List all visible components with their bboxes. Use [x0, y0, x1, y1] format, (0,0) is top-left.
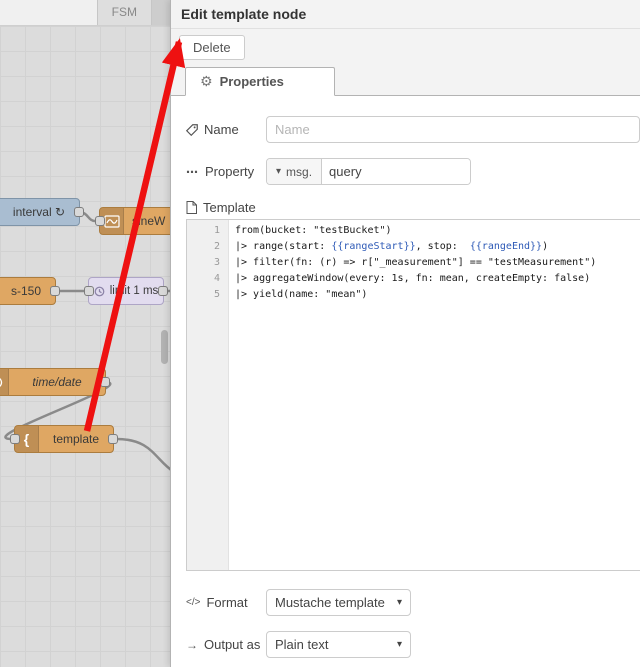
gear-icon: ⚙ — [200, 73, 213, 89]
node-s150[interactable]: s-150 — [0, 277, 60, 305]
tag-icon — [186, 123, 198, 136]
dialog-title: Edit template node — [171, 0, 640, 29]
property-typed-input: ▾ msg. — [266, 158, 471, 185]
code-line: 2 |> range(start: {{rangeStart}}, stop: {… — [213, 241, 549, 252]
chevron-down-icon: ▾ — [396, 597, 402, 608]
format-row: </> Format Mustache template ▾ — [186, 589, 640, 616]
property-label: ⋯ Property — [186, 164, 255, 179]
timer-icon — [94, 286, 105, 297]
input-port[interactable] — [84, 286, 94, 296]
ellipsis-icon: ⋯ — [186, 164, 199, 179]
tab-properties-label: Properties — [219, 74, 284, 89]
dialog-tabbar: ⚙ Properties — [171, 62, 640, 96]
chevron-down-icon: ▾ — [396, 639, 402, 650]
node-label: limit 1 ms — [109, 285, 159, 297]
node-timedate[interactable]: time/date — [0, 368, 110, 396]
template-editor-lines: 1 from(bucket: "testBucket") 2 |> range(sta… — [187, 220, 640, 303]
output-port[interactable] — [74, 207, 84, 217]
property-type-prefix: msg. — [286, 164, 313, 179]
output-port[interactable] — [100, 377, 110, 387]
code-line: 5 |> yield(name: "mean") — [213, 289, 368, 300]
node-label: s-150 — [10, 284, 41, 298]
input-port[interactable] — [10, 434, 20, 444]
canvas-vertical-scrollbar[interactable] — [161, 330, 168, 364]
edit-dialog: Edit template node Delete ⚙ Properties N… — [170, 0, 640, 667]
dialog-toolbar: Delete — [171, 29, 640, 62]
code-format-icon: </> — [186, 597, 201, 608]
template-label: Template — [186, 200, 256, 215]
property-input[interactable] — [322, 159, 470, 184]
output-port[interactable] — [158, 286, 168, 296]
output-port[interactable] — [50, 286, 60, 296]
node-template[interactable]: { template — [10, 425, 118, 453]
output-select-value: Plain text — [275, 637, 329, 652]
code-line: 1 from(bucket: "testBucket") — [213, 225, 392, 236]
property-row: ⋯ Property ▾ msg. — [186, 158, 640, 185]
clock-icon — [0, 369, 9, 395]
format-select[interactable]: Mustache template ▾ — [266, 589, 411, 616]
node-label: sineW — [132, 214, 166, 228]
format-label: </> Format — [186, 595, 248, 610]
screen: FSM interval ↻ sineW s-150 limit 1 ms ti… — [0, 0, 640, 667]
output-label: → Output as — [186, 637, 261, 652]
output-select[interactable]: Plain text ▾ — [266, 631, 411, 658]
output-row: → Output as Plain text ▾ — [186, 631, 640, 658]
format-select-value: Mustache template — [275, 595, 385, 610]
file-icon — [186, 201, 197, 214]
wire[interactable] — [116, 437, 175, 474]
caret-down-icon: ▾ — [276, 166, 282, 177]
node-interval[interactable]: interval ↻ — [0, 198, 84, 226]
template-code-editor[interactable]: 1 from(bucket: "testBucket") 2 |> range(sta… — [186, 219, 640, 571]
delete-button[interactable]: Delete — [179, 35, 245, 60]
tab-properties[interactable]: ⚙ Properties — [185, 67, 335, 96]
name-input[interactable] — [266, 116, 640, 143]
wires-layer — [4, 210, 175, 474]
code-line: 3 |> filter(fn: (r) => r["_measurement"] … — [213, 257, 597, 268]
flow-canvas[interactable]: FSM interval ↻ sineW s-150 limit 1 ms ti… — [0, 0, 175, 667]
arrow-right-icon: → — [186, 637, 198, 652]
name-row: Name — [186, 116, 640, 143]
code-line: 4 |> aggregateWindow(every: 1s, fn: mean,… — [213, 273, 591, 284]
node-label: template — [52, 432, 100, 446]
template-label-row: Template — [186, 200, 640, 215]
property-type-button[interactable]: ▾ msg. — [267, 159, 323, 184]
node-label: interval ↻ — [12, 205, 65, 219]
name-label: Name — [186, 122, 266, 137]
node-label: time/date — [32, 375, 82, 389]
node-limit[interactable]: limit 1 ms — [84, 277, 168, 305]
dialog-form: Name ⋯ Property ▾ msg. — [171, 96, 640, 658]
output-port[interactable] — [108, 434, 118, 444]
input-port[interactable] — [95, 216, 105, 226]
node-sinewave[interactable]: sineW — [95, 207, 174, 235]
